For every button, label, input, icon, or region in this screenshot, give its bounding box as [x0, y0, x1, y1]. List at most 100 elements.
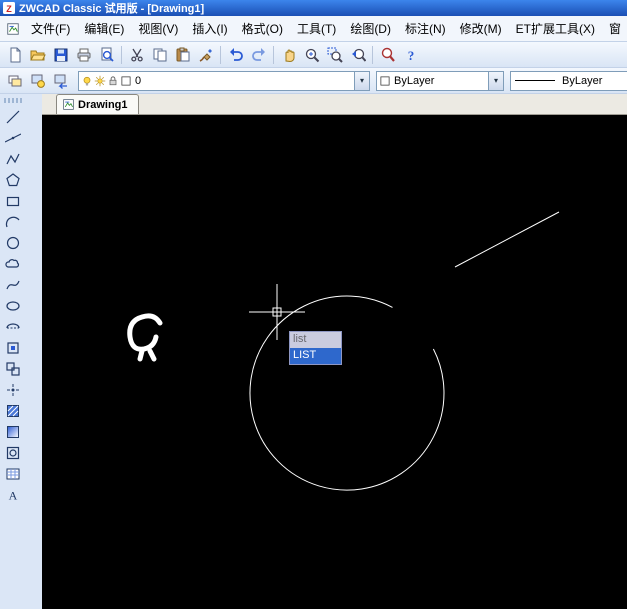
drawing-file-icon — [62, 98, 75, 111]
polyline-icon — [5, 151, 21, 167]
autocomplete-item[interactable]: list — [290, 332, 341, 348]
rectangle-icon — [5, 193, 21, 209]
linetype-combo[interactable]: ByLayer — [510, 70, 627, 91]
pan-button[interactable] — [277, 44, 300, 66]
menu-item-2[interactable]: 视图(V) — [131, 16, 185, 41]
match-icon — [198, 47, 214, 63]
autocomplete-popup: list LIST — [289, 331, 342, 365]
autocomplete-item[interactable]: LIST — [290, 348, 341, 364]
arc-button[interactable] — [2, 211, 24, 232]
layer-states-button[interactable] — [26, 70, 49, 92]
revcloud-button[interactable] — [2, 253, 24, 274]
lock-icon — [107, 75, 119, 87]
zoom-window-icon — [327, 47, 343, 63]
layer-value: 0 — [135, 74, 142, 87]
undo-button[interactable] — [224, 44, 247, 66]
cut-button[interactable] — [125, 44, 148, 66]
copy-button[interactable] — [148, 44, 171, 66]
plot-button[interactable] — [72, 44, 95, 66]
redo-button[interactable] — [247, 44, 270, 66]
menu-item-9[interactable]: ET扩展工具(X) — [509, 16, 602, 41]
zoom-realtime-icon — [304, 47, 320, 63]
color-combo[interactable]: ByLayer — [376, 70, 504, 91]
zoom-window-button[interactable] — [323, 44, 346, 66]
properties-toolbar: 0 ByLayer ByLayer — [0, 68, 627, 94]
arc-icon — [5, 214, 21, 230]
circle-icon — [5, 235, 21, 251]
menu-item-1[interactable]: 编辑(E) — [77, 16, 131, 41]
drawing-canvas[interactable]: list LIST — [42, 115, 627, 609]
toolbar-grip[interactable] — [4, 98, 24, 103]
line-icon — [5, 109, 21, 125]
main-area: A Drawing1 list LIST — [0, 94, 627, 609]
save-button[interactable] — [49, 44, 72, 66]
menu-item-6[interactable]: 绘图(D) — [343, 16, 398, 41]
preview-button[interactable] — [95, 44, 118, 66]
menu-item-8[interactable]: 修改(M) — [453, 16, 509, 41]
menu-item-7[interactable]: 标注(N) — [398, 16, 453, 41]
menu-item-0[interactable]: 文件(F) — [24, 16, 77, 41]
revcloud-icon — [5, 256, 21, 272]
layer-combo[interactable]: 0 — [78, 70, 370, 91]
point-icon — [5, 382, 21, 398]
menu-item-10[interactable]: 窗 — [602, 16, 627, 41]
ellipse-arc-button[interactable] — [2, 316, 24, 337]
ellipse-button[interactable] — [2, 295, 24, 316]
menu-item-5[interactable]: 工具(T) — [290, 16, 343, 41]
title-bar[interactable]: Z ZWCAD Classic 试用版 - [Drawing1] — [0, 0, 627, 16]
region-button[interactable] — [2, 442, 24, 463]
paste-icon — [175, 47, 191, 63]
hatch-icon — [5, 403, 21, 419]
undo-icon — [228, 47, 244, 63]
open-icon — [29, 47, 46, 63]
document-area: Drawing1 list LIST — [42, 94, 627, 609]
insert-block-icon — [5, 340, 21, 356]
cut-icon — [129, 47, 145, 63]
line-button[interactable] — [2, 106, 24, 127]
circle-shape — [249, 295, 445, 491]
tab-label: Drawing1 — [78, 98, 128, 111]
hatch-button[interactable] — [2, 400, 24, 421]
polygon-button[interactable] — [2, 169, 24, 190]
point-button[interactable] — [2, 379, 24, 400]
table-button[interactable] — [2, 463, 24, 484]
linetype-sample-icon — [515, 80, 555, 81]
paste-button[interactable] — [171, 44, 194, 66]
layer-manager-button[interactable] — [3, 70, 26, 92]
match-button[interactable] — [194, 44, 217, 66]
gradient-button[interactable] — [2, 421, 24, 442]
help-button[interactable]: ? — [399, 44, 422, 66]
open-button[interactable] — [26, 44, 49, 66]
layer-status-icons — [79, 75, 132, 87]
layer-combo-arrow[interactable] — [354, 71, 369, 90]
zoom-realtime-button[interactable] — [300, 44, 323, 66]
rectangle-button[interactable] — [2, 190, 24, 211]
new-button[interactable] — [3, 44, 26, 66]
layer-previous-button[interactable] — [49, 70, 72, 92]
mtext-button[interactable]: A — [2, 484, 24, 505]
find-icon — [380, 47, 396, 63]
swatch-icon — [120, 75, 132, 87]
spline-button[interactable] — [2, 274, 24, 295]
xline-icon — [5, 130, 21, 146]
zoom-previous-button[interactable] — [346, 44, 369, 66]
color-combo-arrow[interactable] — [488, 71, 503, 90]
svg-text:Z: Z — [6, 4, 12, 14]
xline-button[interactable] — [2, 127, 24, 148]
linetype-value: ByLayer — [562, 74, 603, 87]
circle-button[interactable] — [2, 232, 24, 253]
tab-drawing1[interactable]: Drawing1 — [56, 94, 139, 114]
polyline-button[interactable] — [2, 148, 24, 169]
find-button[interactable] — [376, 44, 399, 66]
make-block-button[interactable] — [2, 358, 24, 379]
insert-block-button[interactable] — [2, 337, 24, 358]
document-icon — [6, 22, 20, 36]
help-icon: ? — [403, 47, 419, 63]
menu-item-3[interactable]: 插入(I) — [185, 16, 234, 41]
region-icon — [5, 445, 21, 461]
standard-toolbar: ? — [0, 42, 627, 68]
menu-bar: 文件(F) 编辑(E) 视图(V) 插入(I) 格式(O) 工具(T) 绘图(D) 标注(N)… — [0, 16, 627, 42]
layer-tool-buttons — [3, 70, 72, 92]
menu-item-4[interactable]: 格式(O) — [235, 16, 290, 41]
color-swatch-icon — [379, 75, 391, 87]
